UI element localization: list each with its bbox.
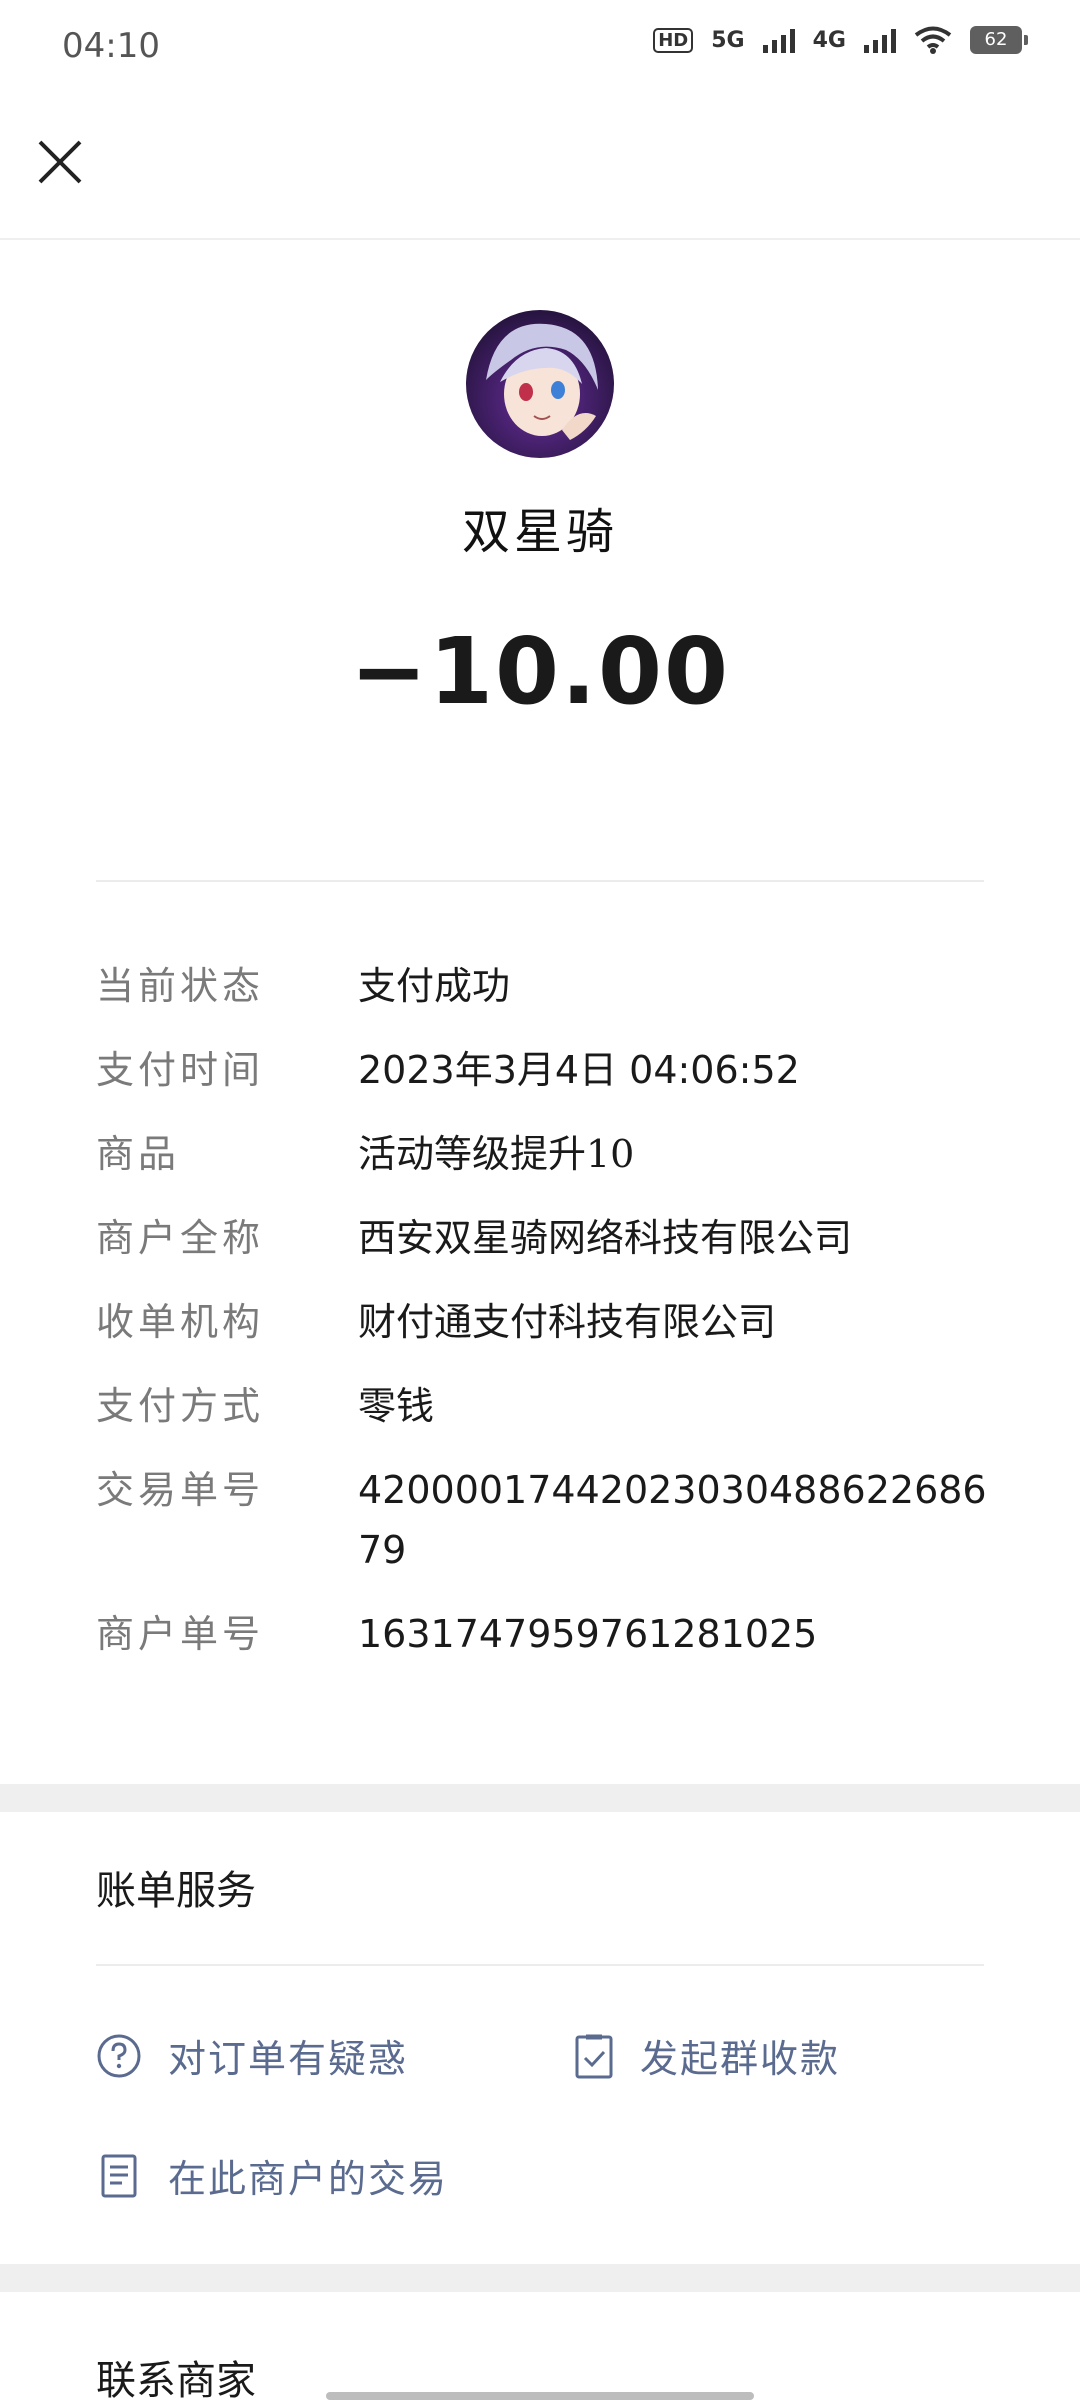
header: [0, 96, 1080, 240]
group-collect-link[interactable]: 发起群收款: [574, 2028, 840, 2083]
home-indicator[interactable]: [326, 2392, 754, 2400]
checklist-icon: [575, 2034, 613, 2078]
detail-row-time: 支付时间 2023年3月4日 04:06:52: [96, 1040, 996, 1100]
detail-value[interactable]: 4200001744202303048862268679: [358, 1460, 996, 1580]
detail-value: 财付通支付科技有限公司: [358, 1300, 777, 1344]
status-icons: HD 5G 4G 62: [653, 26, 1028, 54]
battery-icon: 62: [970, 26, 1028, 54]
detail-value: 西安双星骑网络科技有限公司: [358, 1216, 853, 1260]
detail-row-acquirer: 收单机构 财付通支付科技有限公司: [96, 1292, 996, 1352]
section-gap: [0, 1784, 1080, 1812]
service-label: 发起群收款: [640, 2037, 841, 2081]
status-bar: 04:10 HD 5G 4G 62: [0, 0, 1080, 96]
merchant-avatar: [466, 310, 614, 458]
contact-merchant-title[interactable]: 联系商家: [96, 2348, 256, 2404]
detail-value: 活动等级提升10: [358, 1132, 635, 1176]
detail-row-payment-method: 支付方式 零钱: [96, 1376, 996, 1436]
detail-label: 支付时间: [96, 1048, 265, 1092]
transaction-details: 当前状态 支付成功 支付时间 2023年3月4日 04:06:52 商品 活动等…: [96, 956, 996, 1688]
detail-row-merchant-fullname: 商户全称 西安双星骑网络科技有限公司: [96, 1208, 996, 1268]
signal-icon: [762, 27, 795, 53]
detail-label: 当前状态: [96, 964, 265, 1008]
section-gap: [0, 2264, 1080, 2292]
payment-amount: −10.00: [349, 618, 731, 725]
detail-label: 收单机构: [96, 1300, 265, 1344]
service-label: 在此商户的交易: [168, 2157, 449, 2201]
divider: [96, 1964, 984, 1966]
detail-label: 商品: [96, 1132, 181, 1176]
detail-label: 交易单号: [96, 1468, 265, 1512]
detail-row-status: 当前状态 支付成功: [96, 956, 996, 1016]
merchant-name: 双星骑: [461, 504, 618, 560]
services-title: 账单服务: [96, 1868, 256, 1914]
detail-label: 商户全称: [96, 1216, 265, 1260]
detail-value: 2023年3月4日 04:06:52: [358, 1048, 800, 1092]
detail-value[interactable]: 1631747959761281025: [358, 1604, 996, 1664]
merchant-transactions-link[interactable]: 在此商户的交易: [96, 2148, 448, 2203]
net-5g-label: 5G: [711, 27, 745, 53]
question-circle-icon: [97, 2034, 141, 2077]
order-question-link[interactable]: 对订单有疑惑: [96, 2028, 408, 2083]
detail-row-product: 商品 活动等级提升10: [96, 1124, 996, 1184]
close-button[interactable]: [30, 132, 90, 192]
detail-row-transaction-id: 交易单号 4200001744202303048862268679: [96, 1460, 996, 1580]
service-label: 对订单有疑惑: [168, 2037, 409, 2081]
detail-value: 零钱: [358, 1384, 435, 1428]
net-4g-label: 4G: [812, 27, 846, 53]
detail-label: 支付方式: [96, 1384, 265, 1428]
signal-icon: [864, 27, 896, 53]
detail-row-merchant-order-id: 商户单号 1631747959761281025: [96, 1604, 996, 1664]
status-time: 04:10: [62, 26, 160, 66]
hd-icon: HD: [653, 27, 694, 53]
close-icon: [38, 140, 82, 184]
document-icon: [101, 2154, 137, 2197]
detail-value: 支付成功: [358, 964, 511, 1008]
detail-label: 商户单号: [96, 1612, 265, 1656]
divider: [96, 880, 984, 882]
wifi-icon: [914, 26, 952, 54]
